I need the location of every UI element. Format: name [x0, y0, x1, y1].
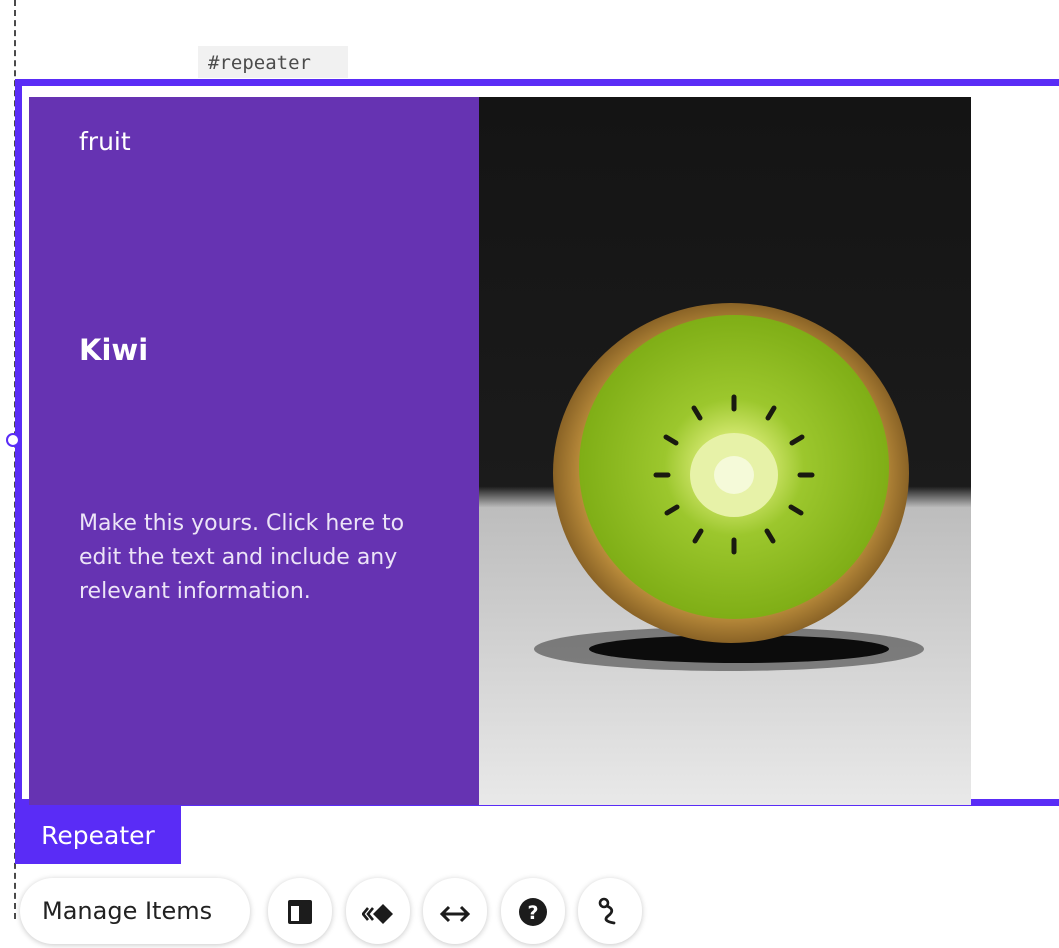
- animation-button[interactable]: [346, 878, 410, 944]
- item-description-text[interactable]: Make this yours. Click here to edit the …: [79, 507, 439, 609]
- connect-icon: [598, 897, 616, 925]
- help-button[interactable]: ?: [501, 878, 565, 944]
- item-category-text[interactable]: fruit: [79, 127, 131, 156]
- repeater-label-tab[interactable]: Repeater: [15, 806, 181, 864]
- animation-icon: [362, 904, 393, 924]
- item-image-kiwi[interactable]: [479, 97, 971, 805]
- manage-items-button[interactable]: Manage Items: [20, 878, 250, 944]
- left-resize-handle[interactable]: [6, 433, 20, 447]
- connect-data-button[interactable]: [578, 878, 642, 944]
- stretch-icon: [439, 905, 471, 923]
- help-icon: ?: [519, 898, 547, 926]
- repeater-item-panel[interactable]: fruit Kiwi Make this yours. Click here t…: [29, 97, 479, 805]
- stretch-button[interactable]: [423, 878, 487, 944]
- layout-icon: [288, 900, 312, 924]
- element-id-tag: #repeater: [198, 46, 348, 78]
- item-title-text[interactable]: Kiwi: [79, 333, 148, 367]
- repeater-selection-frame[interactable]: fruit Kiwi Make this yours. Click here t…: [15, 79, 1059, 806]
- layout-button[interactable]: [268, 878, 332, 944]
- svg-text:?: ?: [527, 902, 538, 924]
- kiwi-photo: [479, 97, 971, 805]
